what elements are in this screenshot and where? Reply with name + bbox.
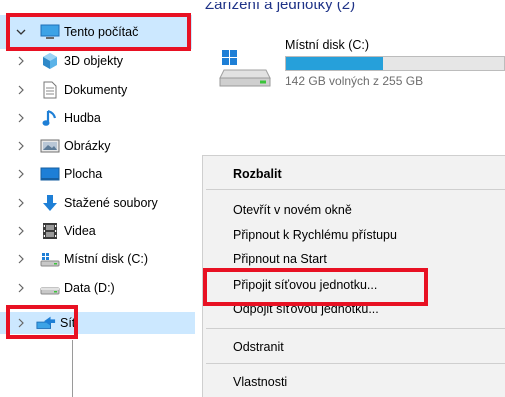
video-film-icon [40,222,60,240]
nav-label: 3D objekty [64,53,124,68]
nav-item-this-pc[interactable]: Tento počítač [0,17,192,46]
pictures-icon [40,137,60,155]
menu-separator [206,363,505,364]
menu-item-pin-start[interactable]: Připnout na Start [233,252,327,266]
chevron-right-icon[interactable] [16,283,26,293]
drive-usage-fill [286,57,383,70]
drive-name: Místní disk (C:) [285,38,370,52]
nav-label: Stažené soubory [64,195,158,210]
drive-icon [40,279,60,297]
nav-item-desktop[interactable]: Plocha [0,159,192,188]
nav-item-3d-objects[interactable]: 3D objekty [0,46,192,75]
windows-drive-icon [40,250,60,268]
menu-separator [206,189,505,190]
3d-objects-icon [40,52,60,70]
menu-item-delete[interactable]: Odstranit [233,340,284,354]
nav-item-network[interactable]: Síť [0,310,195,336]
nav-item-pictures[interactable]: Obrázky [0,131,192,160]
nav-label: Data (D:) [64,280,115,295]
nav-item-music[interactable]: Hudba [0,103,192,132]
monitor-icon [40,23,60,41]
chevron-right-icon[interactable] [16,85,26,95]
windows-drive-icon [218,48,272,88]
document-icon [40,81,60,99]
chevron-right-icon[interactable] [16,113,26,123]
tree-guide-line [72,340,73,397]
context-menu: Rozbalit Otevřít v novém okně Připnout k… [202,155,505,397]
desktop-icon [40,165,60,183]
nav-label: Obrázky [64,138,111,153]
nav-item-data-d[interactable]: Data (D:) [0,273,192,302]
nav-label: Videa [64,223,96,238]
menu-item-properties[interactable]: Vlastnosti [233,375,287,389]
nav-label: Místní disk (C:) [64,251,149,266]
menu-item-map-network-drive[interactable]: Připojit síťovou jednotku... [233,278,377,292]
nav-label: Hudba [64,110,101,125]
drive-usage-bar [285,56,505,71]
menu-item-open-new-window[interactable]: Otevřít v novém okně [233,203,352,217]
menu-item-pin-quick-access[interactable]: Připnout k Rychlému přístupu [233,228,397,242]
nav-item-downloads[interactable]: Stažené soubory [0,188,192,217]
chevron-right-icon[interactable] [16,141,26,151]
chevron-right-icon[interactable] [16,254,26,264]
nav-item-videos[interactable]: Videa [0,216,192,245]
chevron-right-icon[interactable] [16,56,26,66]
chevron-right-icon[interactable] [16,226,26,236]
music-note-icon [40,109,60,127]
nav-item-local-disk-c[interactable]: Místní disk (C:) [0,244,192,273]
nav-label: Síť [60,316,77,330]
menu-item-expand[interactable]: Rozbalit [233,167,282,181]
menu-separator [206,328,505,329]
section-title: Zařízení a jednotky (2) [205,2,356,13]
chevron-down-icon[interactable] [16,27,26,37]
section-header[interactable]: Zařízení a jednotky (2) [205,2,355,16]
nav-item-documents[interactable]: Dokumenty [0,75,192,104]
drive-free-space: 142 GB volných z 255 GB [285,74,424,88]
menu-item-disconnect-network-drive[interactable]: Odpojit síťovou jednotku... [233,302,379,316]
download-arrow-icon [40,194,60,212]
chevron-right-icon[interactable] [16,169,26,179]
nav-label: Plocha [64,166,103,181]
nav-label: Tento počítač [64,24,139,39]
network-icon [36,314,56,332]
chevron-right-icon[interactable] [16,318,26,328]
chevron-right-icon[interactable] [16,198,26,208]
nav-label: Dokumenty [64,82,128,97]
